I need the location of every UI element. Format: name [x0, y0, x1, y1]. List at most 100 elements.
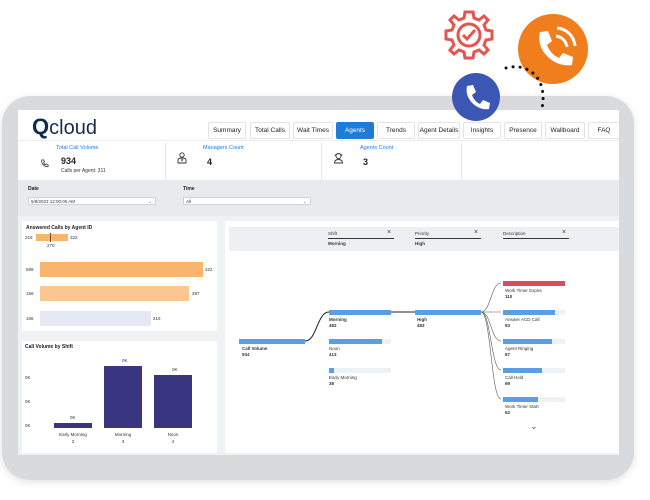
date-filter-select[interactable]: 5/9/2023 12:00:00 AM ⌄ [28, 197, 156, 205]
date-filter-label: Date [28, 186, 39, 192]
decomp-desc-value: 93 [505, 323, 511, 328]
answered-value-label: 287 [192, 291, 200, 296]
kpi-row: Total Call Volume 934 Calls per Agent: 3… [18, 140, 619, 182]
decomp-desc-value: 87 [505, 352, 511, 357]
shift-bar-noon [154, 375, 192, 428]
x-category-label: Early Morning [59, 432, 87, 437]
chevron-down-icon: ⌄ [302, 199, 307, 205]
decomp-root-bar[interactable] [239, 339, 305, 344]
bar-data-label: 0K [122, 358, 128, 363]
qcloud-logo: Qcloud [32, 114, 97, 139]
time-filter-label: Time [183, 186, 195, 192]
decomposition-tree-card: Shift × Morning Priority × High Descript… [225, 221, 619, 453]
decomp-desc-value: 69 [505, 381, 511, 386]
tab-agent-details[interactable]: Agent Details [418, 122, 460, 139]
decomp-desc-bar[interactable] [503, 397, 538, 402]
answered-top-marker [50, 233, 51, 242]
kpi-divider [461, 143, 462, 179]
decomp-priority-bar[interactable] [415, 310, 481, 315]
decomp-priority-label: High [417, 317, 427, 322]
decomp-node-track [329, 368, 391, 373]
x-category-label: Noon [167, 432, 179, 437]
tab-presence[interactable]: Presence [504, 122, 542, 139]
decomp-desc-bar[interactable] [503, 310, 555, 315]
y-tick-label: 0K [25, 375, 31, 380]
kpi-agents-title: Agents Count [360, 145, 394, 151]
answered-calls-card: Answered Calls by Agent ID 218 322 270 5… [22, 221, 217, 331]
decomp-root-value: 934 [242, 352, 250, 357]
decomp-desc-label: Answer ACD Call [505, 317, 540, 322]
tab-trends[interactable]: Trends [377, 122, 415, 139]
answered-top-below-label: 270 [47, 243, 55, 248]
dashboard-screen: Qcloud Summary Total Calls Wait Times Ag… [18, 110, 619, 455]
kpi-managers-title: Managers Count [203, 145, 244, 151]
answered-bar [40, 262, 203, 277]
decomp-node-bar[interactable] [329, 368, 334, 373]
gear-check-icon [442, 8, 496, 67]
tab-wallboard[interactable]: Wallboard [545, 122, 585, 139]
phone-blue-icon [452, 73, 500, 121]
agent-id-label: 156 [26, 291, 34, 296]
decomp-node-label: Noon [329, 346, 340, 351]
chevron-down-icon[interactable]: ⌄ [530, 421, 538, 432]
kpi-calls-per-agent: Calls per Agent: 311 [61, 168, 106, 174]
x-category-count: 2 [71, 439, 75, 444]
dotted-connector-arc [504, 65, 545, 110]
tab-wait-times[interactable]: Wait Times [293, 122, 333, 139]
agent-id-label: 589 [26, 267, 34, 272]
agent-id-label: 166 [26, 316, 34, 321]
decomp-desc-label: Agent Ringing [505, 346, 534, 351]
answered-bar [40, 311, 151, 326]
filter-bar: Date 5/9/2023 12:00:00 AM ⌄ Time All ⌄ [18, 180, 619, 216]
kpi-total-call-volume-title: Total Call Volume [56, 145, 99, 151]
kpi-divider [165, 143, 166, 179]
decomp-node-value: 483 [329, 323, 337, 328]
chevron-down-icon: ⌄ [147, 199, 152, 205]
decomp-desc-bar[interactable] [503, 368, 542, 373]
manager-icon [177, 151, 187, 169]
shift-volume-card: Call Volume by Shift 0K 0K 0K 0K 0K 0K 0… [22, 341, 217, 453]
decomp-desc-bar-highlight[interactable] [503, 281, 565, 286]
bar-data-label: 0K [172, 367, 178, 372]
answered-calls-title: Answered Calls by Agent ID [26, 225, 93, 231]
decomp-node-bar[interactable] [329, 310, 391, 315]
shift-volume-title: Call Volume by Shift [25, 344, 73, 350]
tab-total-calls[interactable]: Total Calls [250, 122, 290, 139]
tab-summary[interactable]: Summary [208, 122, 246, 139]
decomp-priority-value: 483 [417, 323, 425, 328]
shift-bar-early-morning [54, 423, 92, 428]
decomp-desc-bar[interactable] [503, 339, 552, 344]
decomp-node-value: 38 [329, 381, 335, 386]
agent-headset-icon [333, 151, 344, 169]
tab-faq[interactable]: FAQ [588, 122, 619, 139]
answered-value-label: 322 [205, 267, 213, 272]
kpi-divider [321, 143, 322, 179]
shift-bar-morning [104, 366, 142, 428]
bar-data-label: 0K [70, 415, 76, 420]
answered-top-left-label: 218 [25, 235, 33, 240]
answered-bar [40, 286, 189, 301]
x-category-label: Morning [114, 432, 132, 437]
phone-call-icon [40, 155, 49, 173]
y-tick-label: 0K [25, 399, 31, 404]
kpi-managers-value: 4 [207, 157, 213, 167]
kpi-total-call-volume-value: 934 [61, 156, 77, 166]
decomp-desc-label: Work Timer Start [505, 404, 539, 409]
answered-value-label: 219 [153, 316, 161, 321]
decomp-root-label: Call Volume [242, 346, 268, 351]
decomp-desc-value: 110 [505, 294, 513, 299]
decomp-connectors [304, 282, 502, 400]
decomp-node-bar[interactable] [329, 339, 382, 344]
decomp-node-value: 413 [329, 352, 337, 357]
answered-top-bar [36, 234, 68, 241]
answered-top-right-label: 322 [70, 235, 78, 240]
tab-agents[interactable]: Agents [336, 122, 374, 139]
tab-insights[interactable]: Insights [463, 122, 501, 139]
time-filter-select[interactable]: All ⌄ [183, 197, 311, 205]
y-tick-label: 0K [25, 423, 31, 428]
x-category-count: 4 [171, 439, 175, 444]
x-category-count: 3 [121, 439, 125, 444]
decomp-node-label: Early Morning [329, 375, 357, 380]
decomp-desc-value: 62 [505, 410, 511, 415]
decomp-node-label: Morning [329, 317, 347, 322]
